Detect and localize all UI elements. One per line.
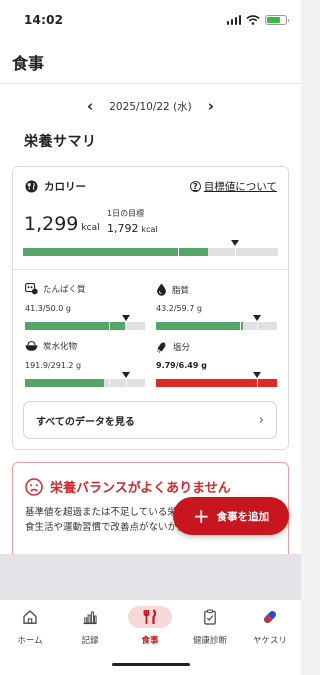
status-time: 14:02 <box>24 13 64 27</box>
calorie-label: カロリー <box>44 181 86 193</box>
nutrient-carbohydrate: 炭水化物 191.9/291.2 g <box>25 340 145 388</box>
calorie-value: 1,299 kcal <box>24 213 100 235</box>
calorie-progress-bar <box>23 248 278 256</box>
drop-icon <box>157 283 166 296</box>
fork-knife-icon <box>143 609 157 624</box>
goal-info-link[interactable]: ? 目標値について <box>189 179 277 194</box>
tab-label: ホーム <box>17 636 43 646</box>
section-title: 栄養サマリ <box>24 134 97 150</box>
app-screen: 14:02 食事 ‹ 2025/10/22 (水) › 栄養サマリ カロリー ?… <box>0 0 301 675</box>
sad-face-icon <box>25 477 43 496</box>
chart-icon <box>83 611 97 625</box>
clipboard-icon <box>204 609 216 625</box>
tab-meals[interactable]: 食事 <box>120 606 180 646</box>
calorie-header: カロリー ? 目標値について <box>25 179 277 194</box>
status-bar: 14:02 <box>0 0 301 40</box>
question-icon: ? <box>189 181 201 192</box>
nutrient-label: 脂質 <box>172 285 190 296</box>
status-icons <box>226 15 289 25</box>
nutrient-label: 塩分 <box>173 342 191 353</box>
nutrient-value: 41.3/50.0 g <box>25 304 71 313</box>
tab-medicine[interactable]: ヤケスリ <box>240 606 300 646</box>
tab-label: 食事 <box>141 636 159 646</box>
tab-health-checkup[interactable]: 健康診断 <box>180 606 240 646</box>
pill-icon <box>263 610 277 624</box>
tab-label: ヤケスリ <box>252 636 287 646</box>
nutrient-fat: 脂質 43.2/59.7 g <box>156 283 277 331</box>
nutrient-progress-bar <box>25 322 145 330</box>
tab-home[interactable]: ホーム <box>0 606 60 646</box>
rice-bowl-icon <box>25 341 38 351</box>
plate-icon <box>25 180 38 193</box>
nutrition-summary-card: カロリー ? 目標値について 1,299 kcal 1日の目標 1,792 kcal <box>12 166 289 450</box>
wifi-icon <box>246 15 260 25</box>
battery-icon <box>265 15 289 25</box>
tab-records[interactable]: 記録 <box>60 606 120 646</box>
calorie-goal-marker <box>231 240 239 246</box>
see-all-label: すべてのデータを見る <box>36 416 135 428</box>
nutrient-value: 9.79/6.49 g <box>156 361 207 370</box>
protein-icon <box>25 283 38 295</box>
goal-info-link-label: 目標値について <box>203 181 277 193</box>
nutrient-salt: 塩分 9.79/6.49 g <box>156 340 277 388</box>
nutrient-progress-bar <box>25 379 145 387</box>
add-meal-label: 食事を追加 <box>216 510 270 523</box>
date-selector: ‹ 2025/10/22 (水) › <box>0 90 301 122</box>
background-area <box>0 554 301 599</box>
plus-icon: + <box>192 504 210 528</box>
divider <box>13 269 288 270</box>
add-meal-button[interactable]: + 食事を追加 <box>173 497 289 535</box>
home-icon <box>23 610 37 624</box>
calorie-goal-value: 1,792 kcal <box>107 222 158 235</box>
home-indicator <box>112 663 190 666</box>
calorie-progress-fill <box>23 248 208 256</box>
nutrient-value: 43.2/59.7 g <box>156 304 202 313</box>
app-header: 食事 <box>0 40 301 84</box>
prev-date-button[interactable]: ‹ <box>87 97 93 115</box>
calorie-goal-label: 1日の目標 <box>107 209 145 218</box>
see-all-data-button[interactable]: すべてのデータを見る › <box>23 401 277 439</box>
tab-label: 記録 <box>81 636 99 646</box>
nutrient-label: たんぱく質 <box>43 285 86 295</box>
page-title: 食事 <box>12 53 45 73</box>
salt-shaker-icon <box>157 342 166 353</box>
tab-label: 健康診断 <box>192 636 227 646</box>
nutrient-progress-bar <box>156 379 277 387</box>
nutrient-label: 炭水化物 <box>43 342 78 352</box>
nutrient-protein: たんぱく質 41.3/50.0 g <box>25 283 145 331</box>
date-label: 2025/10/22 (水) <box>109 100 192 113</box>
nutrient-value: 191.9/291.2 g <box>25 361 82 370</box>
chevron-right-icon: › <box>258 412 264 428</box>
nutrient-progress-bar <box>156 322 277 330</box>
signal-icon <box>226 15 241 25</box>
alert-title: 栄養バランスがよくありません <box>50 481 231 496</box>
next-date-button[interactable]: › <box>208 97 214 115</box>
